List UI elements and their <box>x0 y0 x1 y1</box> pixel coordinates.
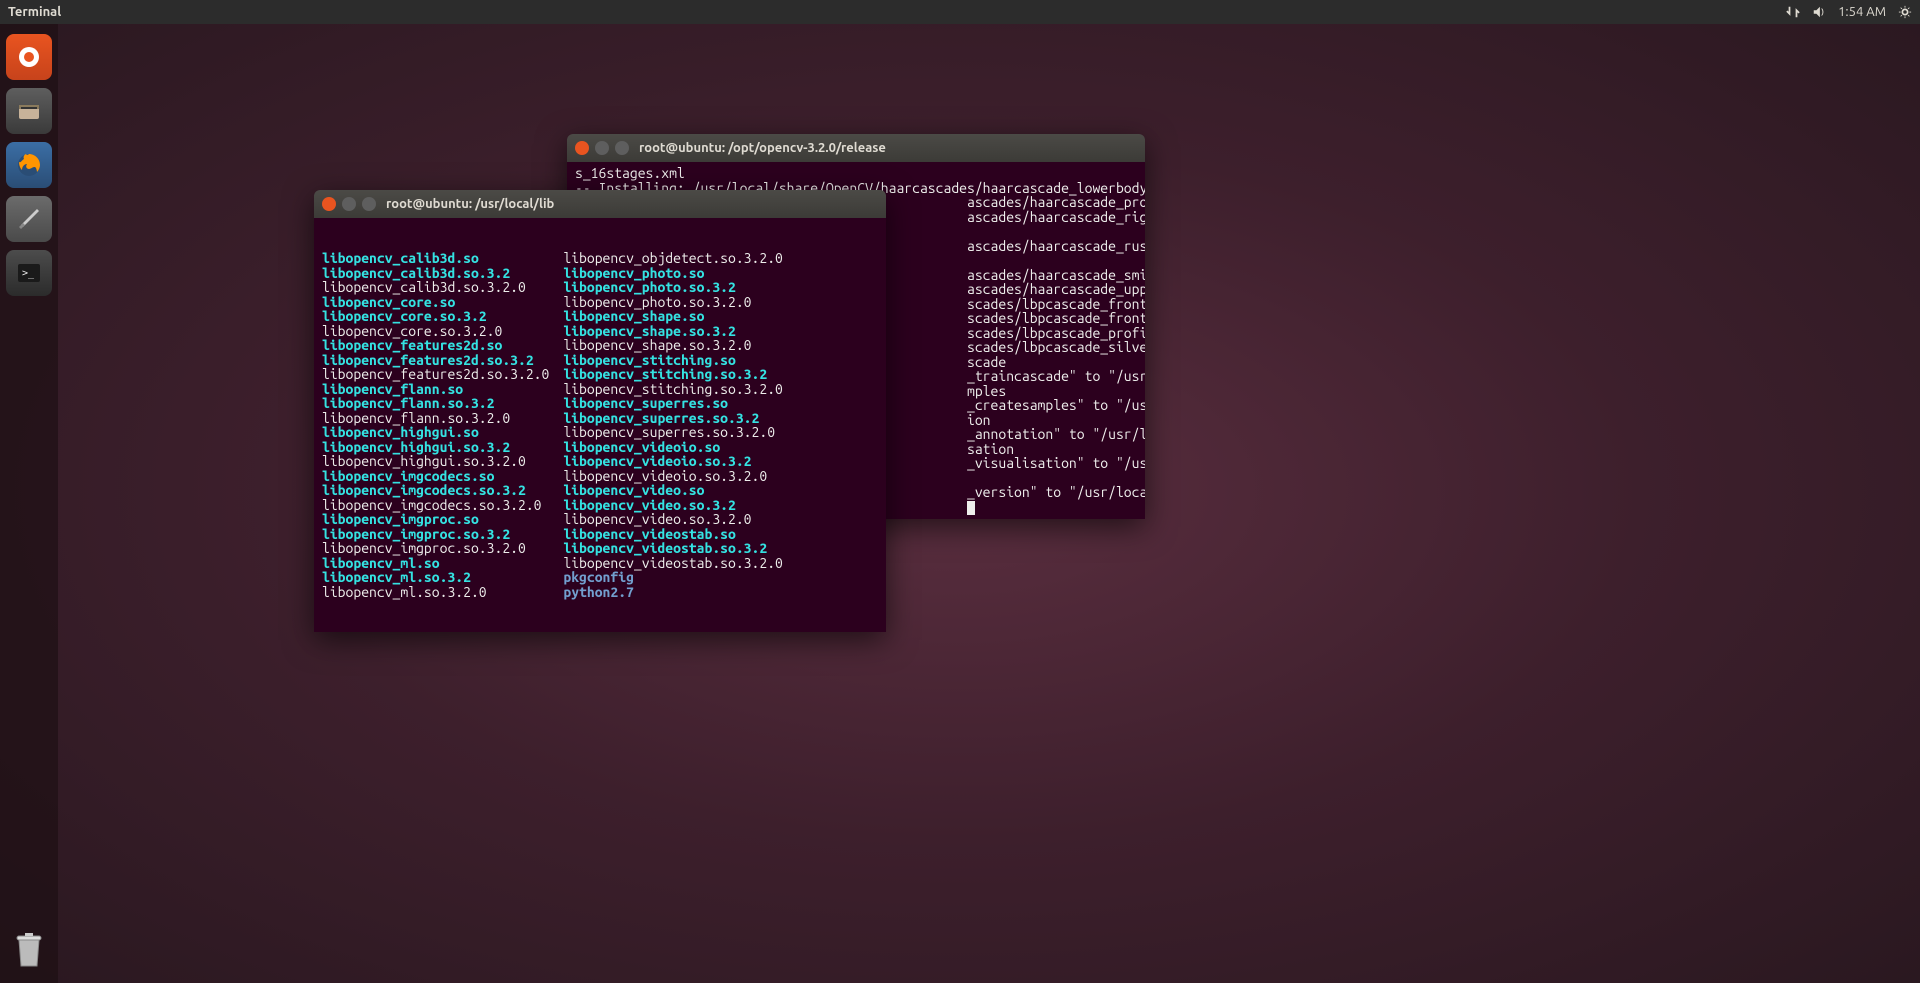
file-entry: libopencv_videoio.so <box>563 440 783 455</box>
terminal-output-front[interactable]: libopencv_calib3d.solibopencv_calib3d.so… <box>314 218 886 632</box>
file-entry: libopencv_photo.so.3.2.0 <box>563 295 783 310</box>
cursor <box>967 501 975 515</box>
titlebar-front[interactable]: root@ubuntu: /usr/local/lib <box>314 190 886 218</box>
network-icon[interactable] <box>1786 5 1800 19</box>
launcher-files[interactable] <box>6 88 52 134</box>
file-entry: libopencv_video.so.3.2.0 <box>563 512 783 527</box>
file-entry: libopencv_imgcodecs.so.3.2.0 <box>322 498 549 513</box>
file-entry: libopencv_video.so.3.2 <box>563 498 783 513</box>
file-entry: libopencv_imgproc.so.3.2 <box>322 527 549 542</box>
file-entry: libopencv_ml.so.3.2.0 <box>322 585 549 600</box>
launcher-trash[interactable] <box>6 927 52 973</box>
file-entry: libopencv_ml.so.3.2 <box>322 570 549 585</box>
file-entry: libopencv_photo.so <box>563 266 783 281</box>
file-entry: libopencv_features2d.so.3.2 <box>322 353 549 368</box>
file-entry: libopencv_core.so.3.2 <box>322 309 549 324</box>
app-title: Terminal <box>8 5 61 19</box>
launcher-settings[interactable] <box>6 196 52 242</box>
launcher-terminal[interactable]: >_ <box>6 250 52 296</box>
file-entry: libopencv_core.so <box>322 295 549 310</box>
file-entry: libopencv_features2d.so.3.2.0 <box>322 367 549 382</box>
clock[interactable]: 1:54 AM <box>1838 5 1886 19</box>
maximize-icon[interactable] <box>362 197 376 211</box>
file-entry: libopencv_calib3d.so.3.2 <box>322 266 549 281</box>
file-entry: libopencv_ml.so <box>322 556 549 571</box>
file-entry: libopencv_flann.so <box>322 382 549 397</box>
file-entry: libopencv_stitching.so <box>563 353 783 368</box>
file-entry: libopencv_photo.so.3.2 <box>563 280 783 295</box>
file-entry: libopencv_calib3d.so <box>322 251 549 266</box>
close-icon[interactable] <box>575 141 589 155</box>
file-entry: libopencv_videostab.so <box>563 527 783 542</box>
title-text-front: root@ubuntu: /usr/local/lib <box>386 197 554 211</box>
file-entry: libopencv_core.so.3.2.0 <box>322 324 549 339</box>
file-entry: libopencv_shape.so.3.2.0 <box>563 338 783 353</box>
file-entry: libopencv_imgproc.so.3.2.0 <box>322 541 549 556</box>
file-entry: libopencv_videoio.so.3.2.0 <box>563 469 783 484</box>
svg-text:>_: >_ <box>22 268 35 279</box>
terminal-window-front[interactable]: root@ubuntu: /usr/local/lib libopencv_ca… <box>314 190 886 632</box>
file-entry: libopencv_highgui.so.3.2.0 <box>322 454 549 469</box>
title-text-back: root@ubuntu: /opt/opencv-3.2.0/release <box>639 141 886 155</box>
file-entry: libopencv_stitching.so.3.2 <box>563 367 783 382</box>
file-entry: python2.7 <box>563 585 783 600</box>
titlebar-back[interactable]: root@ubuntu: /opt/opencv-3.2.0/release <box>567 134 1145 162</box>
close-icon[interactable] <box>322 197 336 211</box>
file-entry: libopencv_superres.so.3.2 <box>563 411 783 426</box>
file-entry: libopencv_flann.so.3.2.0 <box>322 411 549 426</box>
file-entry: libopencv_flann.so.3.2 <box>322 396 549 411</box>
terminal-line: s_16stages.xml <box>575 166 1137 181</box>
file-entry: libopencv_videostab.so.3.2 <box>563 541 783 556</box>
file-entry: libopencv_imgcodecs.so.3.2 <box>322 483 549 498</box>
file-entry: libopencv_shape.so.3.2 <box>563 324 783 339</box>
file-entry: libopencv_shape.so <box>563 309 783 324</box>
launcher-firefox[interactable] <box>6 142 52 188</box>
minimize-icon[interactable] <box>342 197 356 211</box>
menu-bar[interactable]: Terminal 1:54 AM <box>0 0 1920 24</box>
gear-icon[interactable] <box>1898 5 1912 19</box>
file-entry: libopencv_calib3d.so.3.2.0 <box>322 280 549 295</box>
launcher-dock: >_ <box>0 24 58 983</box>
file-entry: pkgconfig <box>563 570 783 585</box>
file-entry: libopencv_highgui.so.3.2 <box>322 440 549 455</box>
file-entry: libopencv_features2d.so <box>322 338 549 353</box>
file-entry: libopencv_videostab.so.3.2.0 <box>563 556 783 571</box>
file-entry: libopencv_superres.so.3.2.0 <box>563 425 783 440</box>
file-entry: libopencv_superres.so <box>563 396 783 411</box>
file-entry: libopencv_stitching.so.3.2.0 <box>563 382 783 397</box>
minimize-icon[interactable] <box>595 141 609 155</box>
file-entry: libopencv_imgcodecs.so <box>322 469 549 484</box>
launcher-dash[interactable] <box>6 34 52 80</box>
file-entry: libopencv_videoio.so.3.2 <box>563 454 783 469</box>
file-entry: libopencv_video.so <box>563 483 783 498</box>
maximize-icon[interactable] <box>615 141 629 155</box>
file-entry: libopencv_highgui.so <box>322 425 549 440</box>
file-entry: libopencv_objdetect.so.3.2.0 <box>563 251 783 266</box>
file-entry: libopencv_imgproc.so <box>322 512 549 527</box>
sound-icon[interactable] <box>1812 5 1826 19</box>
